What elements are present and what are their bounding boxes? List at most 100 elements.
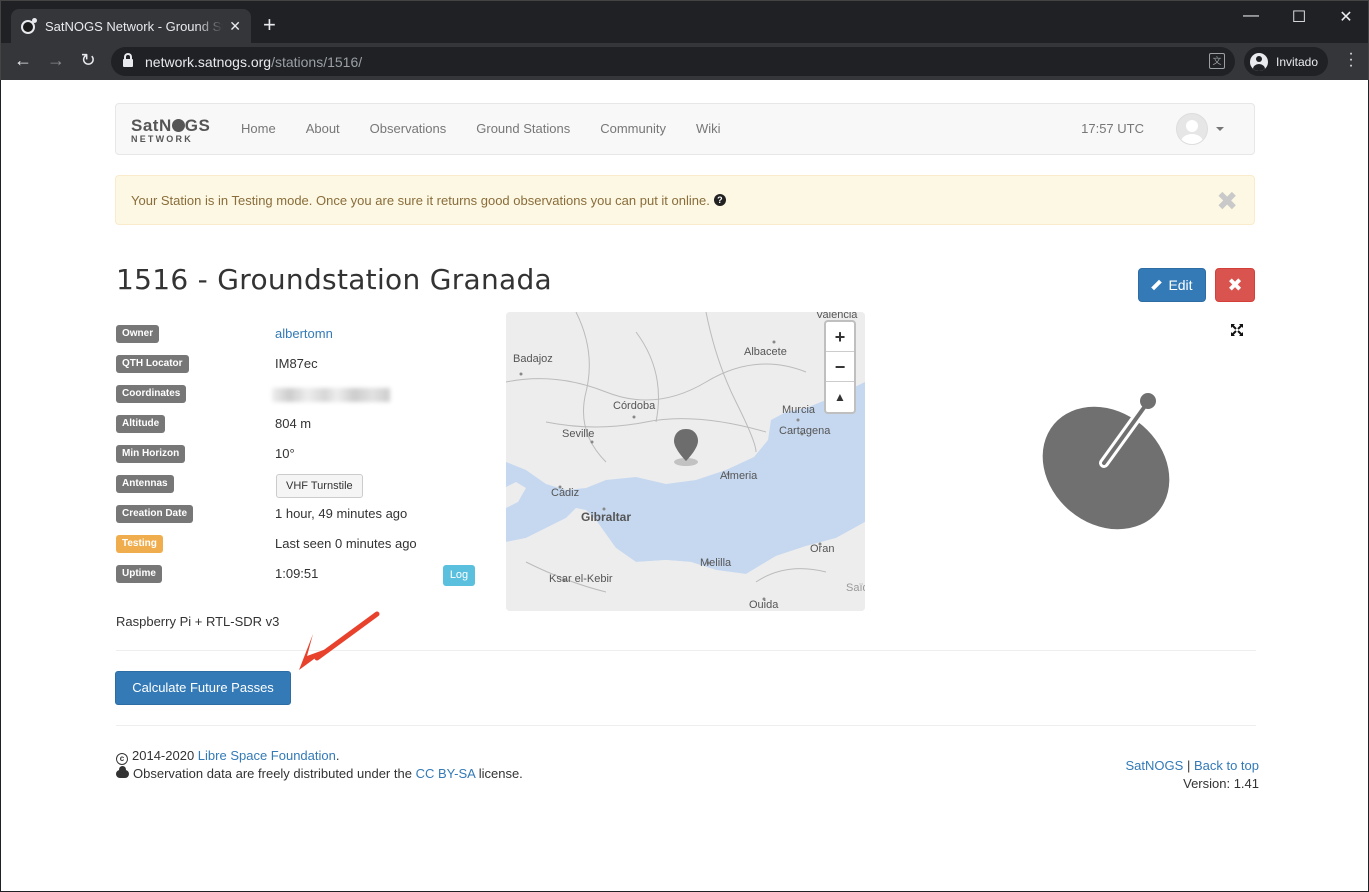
satnogs-logo[interactable]: SatN GS NETWORK bbox=[131, 117, 215, 145]
qth-value: IM87ec bbox=[275, 356, 318, 371]
zoom-out-button[interactable]: − bbox=[826, 352, 854, 382]
back-to-top-link[interactable]: Back to top bbox=[1194, 758, 1259, 773]
brand-satellite-icon bbox=[171, 119, 185, 132]
info-row-antennas: Antennas VHF Turnstile bbox=[116, 472, 476, 502]
city-albacete: Albacete bbox=[744, 346, 787, 358]
owner-value: albertomn bbox=[275, 325, 333, 343]
alert-message: Your Station is in Testing mode. Once yo… bbox=[131, 192, 710, 208]
address-bar[interactable]: network.satnogs.org/stations/1516/ 文 bbox=[111, 47, 1235, 76]
guest-avatar-icon bbox=[1250, 52, 1268, 71]
nav-community[interactable]: Community bbox=[585, 104, 681, 154]
site-navbar: SatN GS NETWORK Home About Observations G… bbox=[115, 103, 1255, 155]
lock-icon bbox=[123, 53, 133, 67]
satnogs-favicon-icon bbox=[21, 17, 37, 34]
footer-separator: | bbox=[1186, 758, 1191, 773]
menu-kebab-icon[interactable]: · · · bbox=[1346, 46, 1356, 74]
calculate-future-passes-button[interactable]: Calculate Future Passes bbox=[115, 671, 291, 705]
creation-date-label: Creation Date bbox=[116, 505, 194, 523]
footer-right: SatNOGS | Back to top Version: 1.41 bbox=[1126, 757, 1259, 793]
url-host: network.satnogs.org bbox=[145, 53, 272, 70]
nav-about[interactable]: About bbox=[291, 104, 355, 154]
info-row-status: Testing Last seen 0 minutes ago bbox=[116, 532, 476, 562]
testing-mode-alert: Your Station is in Testing mode. Once yo… bbox=[115, 175, 1255, 225]
alert-close-icon[interactable]: ✖ bbox=[1216, 188, 1238, 214]
city-oran: Oran bbox=[810, 543, 835, 555]
qth-label: QTH Locator bbox=[116, 355, 189, 373]
divider bbox=[116, 725, 1256, 726]
uptime-value: 1:09:51 bbox=[275, 566, 319, 581]
status-badge: Testing bbox=[116, 535, 163, 553]
back-icon[interactable]: ← bbox=[11, 50, 35, 71]
edit-label: Edit bbox=[1168, 277, 1193, 293]
new-tab-icon[interactable]: + bbox=[263, 14, 276, 36]
browser-tab-strip: SatNOGS Network - Ground Station 1516 ✕ … bbox=[0, 0, 1369, 44]
uptime-label: Uptime bbox=[116, 565, 162, 583]
map-tiles bbox=[506, 312, 865, 611]
chevron-down-icon[interactable] bbox=[1216, 127, 1224, 131]
antenna-tag[interactable]: VHF Turnstile bbox=[276, 474, 363, 498]
footer-left: c 2014-2020 Libre Space Foundation. Obser… bbox=[116, 747, 523, 783]
pencil-icon bbox=[1151, 279, 1163, 291]
tab-close-icon[interactable]: ✕ bbox=[229, 18, 241, 35]
reset-north-button[interactable]: ▲ bbox=[826, 382, 854, 412]
url-path: /stations/1516/ bbox=[271, 53, 363, 70]
data-license-text-a: Observation data are freely distributed … bbox=[133, 766, 412, 781]
forward-icon[interactable]: → bbox=[44, 50, 68, 71]
station-map[interactable]: Valencia Badajoz Albacete Córdoba Murcia… bbox=[506, 312, 865, 611]
reload-icon[interactable]: ↻ bbox=[76, 50, 100, 71]
nav-home[interactable]: Home bbox=[226, 104, 291, 154]
nav-observations[interactable]: Observations bbox=[355, 104, 462, 154]
data-license-text-b: license. bbox=[478, 766, 523, 781]
min-horizon-value: 10° bbox=[275, 446, 295, 461]
copyright-years: 2014-2020 bbox=[132, 748, 195, 763]
page-content: SatN GS NETWORK Home About Observations G… bbox=[1, 80, 1368, 891]
edit-button[interactable]: Edit bbox=[1138, 268, 1206, 302]
altitude-label: Altitude bbox=[116, 415, 166, 433]
maximize-icon[interactable]: ☐ bbox=[1287, 7, 1311, 27]
copyright-period: . bbox=[335, 748, 340, 763]
coordinates-label: Coordinates bbox=[116, 385, 187, 403]
question-circle-icon[interactable]: ? bbox=[713, 194, 726, 206]
user-avatar[interactable] bbox=[1176, 113, 1208, 145]
city-badajoz: Badajoz bbox=[513, 353, 553, 365]
city-gibraltar: Gibraltar bbox=[581, 510, 632, 524]
map-zoom-control: + − ▲ bbox=[824, 320, 856, 414]
minimize-icon[interactable]: — bbox=[1239, 7, 1263, 25]
license-link[interactable]: CC BY-SA bbox=[416, 766, 476, 781]
last-seen-value: Last seen 0 minutes ago bbox=[275, 536, 417, 551]
info-row-uptime: Uptime 1:09:51 Log bbox=[116, 562, 476, 592]
altitude-value: 804 m bbox=[275, 416, 312, 431]
city-murcia: Murcia bbox=[782, 404, 816, 416]
city-cartagena: Cartagena bbox=[779, 425, 831, 437]
foundation-link[interactable]: Libre Space Foundation bbox=[198, 748, 336, 763]
owner-label: Owner bbox=[116, 325, 160, 343]
satellite-dish-icon bbox=[1042, 393, 1170, 530]
profile-label: Invitado bbox=[1276, 54, 1319, 69]
page-title: 1516 - Groundstation Granada bbox=[116, 263, 553, 296]
coordinates-value-redacted bbox=[272, 388, 390, 402]
translate-icon[interactable]: 文 bbox=[1209, 53, 1225, 69]
delete-button[interactable]: ✖ bbox=[1215, 268, 1255, 302]
brand-text-a: SatN bbox=[131, 116, 172, 135]
city-cordoba: Córdoba bbox=[613, 400, 656, 412]
info-row-coordinates: Coordinates bbox=[116, 382, 476, 412]
profile-button[interactable]: Invitado bbox=[1244, 47, 1328, 76]
window-close-icon[interactable]: ✕ bbox=[1334, 7, 1358, 27]
satnogs-footer-link[interactable]: SatNOGS bbox=[1126, 758, 1184, 773]
creation-date-value: 1 hour, 49 minutes ago bbox=[275, 506, 408, 521]
info-row-owner: Owner albertomn bbox=[116, 322, 476, 352]
info-row-altitude: Altitude 804 m bbox=[116, 412, 476, 442]
nav-wiki[interactable]: Wiki bbox=[681, 104, 736, 154]
fullscreen-icon[interactable] bbox=[1230, 323, 1244, 337]
info-row-min-horizon: Min Horizon 10° bbox=[116, 442, 476, 472]
city-melilla: Melilla bbox=[700, 557, 732, 569]
log-button[interactable]: Log bbox=[443, 565, 475, 586]
city-said: Saïd bbox=[846, 582, 865, 594]
browser-tab[interactable]: SatNOGS Network - Ground Station 1516 ✕ bbox=[11, 9, 251, 44]
annotation-arrow-icon bbox=[299, 611, 380, 670]
nav-ground-stations[interactable]: Ground Stations bbox=[461, 104, 585, 154]
info-row-qth: QTH Locator IM87ec bbox=[116, 352, 476, 382]
zoom-in-button[interactable]: + bbox=[826, 322, 854, 352]
nav-links: Home About Observations Ground Stations … bbox=[226, 104, 736, 154]
owner-link[interactable]: albertomn bbox=[275, 326, 333, 341]
